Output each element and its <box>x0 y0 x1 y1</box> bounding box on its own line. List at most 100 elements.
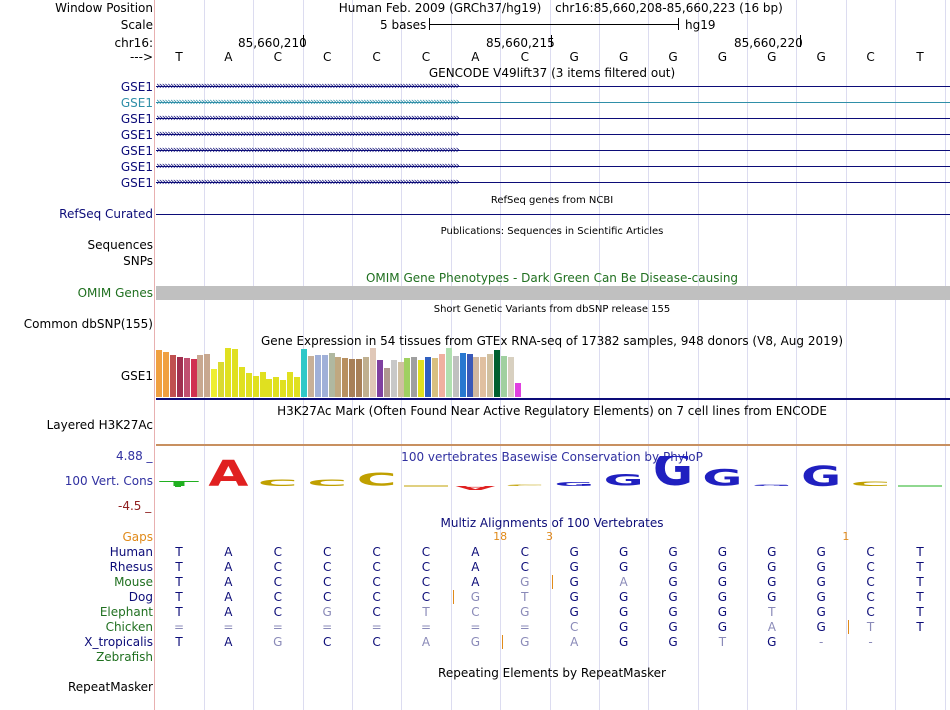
insertion-mark <box>552 575 553 589</box>
gtex-tissue-bar[interactable] <box>211 369 218 397</box>
sequences-label[interactable]: Sequences <box>88 238 153 252</box>
gtex-tissue-bar[interactable] <box>197 355 204 397</box>
phylop-logo[interactable]: TACCCACGGGGGGC <box>0 456 950 512</box>
gtex-tissue-bar[interactable] <box>176 357 183 397</box>
species-label[interactable]: Human <box>110 545 153 559</box>
gtex-tissue-bar[interactable] <box>349 359 356 397</box>
gtex-tissue-bar[interactable] <box>425 357 432 397</box>
gap-count[interactable]: 18 <box>493 530 507 544</box>
gtex-tissue-bar[interactable] <box>342 358 349 397</box>
gtex-tissue-bar[interactable] <box>397 362 404 397</box>
strand-arrows: ››››››››››››››››››››››››››››››››››››››››… <box>156 127 460 140</box>
gtex-tissue-bar[interactable] <box>287 372 294 397</box>
gtex-tissue-bar[interactable] <box>218 362 225 397</box>
gtex-tissue-bar[interactable] <box>252 376 259 397</box>
dbsnp-label[interactable]: Common dbSNP(155) <box>24 317 153 331</box>
species-label[interactable]: Elephant <box>100 605 153 619</box>
gtex-tissue-bar[interactable] <box>280 380 287 397</box>
aligned-base: A <box>471 560 480 574</box>
gencode-transcript-label[interactable]: GSE1 <box>121 80 153 94</box>
omim-label[interactable]: OMIM Genes <box>78 286 153 300</box>
base-letter: C <box>866 50 875 64</box>
aligned-base: = <box>272 620 283 634</box>
gtex-tissue-bar[interactable] <box>438 354 445 397</box>
gtex-title: Gene Expression in 54 tissues from GTEx … <box>260 334 844 348</box>
aligned-base: T <box>916 545 924 559</box>
gtex-tissue-bar[interactable] <box>300 349 307 397</box>
gtex-tissue-bar[interactable] <box>356 359 363 397</box>
gtex-tissue-bar[interactable] <box>328 353 335 397</box>
species-label[interactable]: Dog <box>129 590 153 604</box>
gencode-transcript-label[interactable]: GSE1 <box>121 160 153 174</box>
gtex-tissue-bar[interactable] <box>238 367 245 397</box>
gtex-tissue-bar[interactable] <box>507 357 514 397</box>
gtex-tissue-bar[interactable] <box>183 358 190 397</box>
gtex-tissue-bar[interactable] <box>162 352 169 397</box>
aligned-base: G <box>816 620 826 634</box>
repeatmasker-label[interactable]: RepeatMasker <box>68 680 153 694</box>
gtex-tissue-bar[interactable] <box>307 356 314 397</box>
gaps-label[interactable]: Gaps <box>122 530 153 544</box>
gtex-tissue-bar[interactable] <box>190 359 197 397</box>
gap-count[interactable]: 1 <box>842 530 849 544</box>
gtex-tissue-bar[interactable] <box>245 373 252 397</box>
gtex-tissue-bar[interactable] <box>314 355 321 397</box>
gtex-tissue-bar[interactable] <box>335 357 342 397</box>
gtex-tissue-bar[interactable] <box>156 350 162 397</box>
omim-gene-bar[interactable] <box>156 286 950 300</box>
gtex-tissue-bar[interactable] <box>466 354 473 397</box>
gtex-tissue-bar[interactable] <box>266 379 273 397</box>
aligned-base: G <box>816 545 826 559</box>
gtex-tissue-bar[interactable] <box>376 360 383 397</box>
gtex-tissue-bar[interactable] <box>390 360 397 397</box>
gap-count[interactable]: 3 <box>546 530 553 544</box>
phylop-letter: G <box>554 481 594 487</box>
gtex-tissue-bar[interactable] <box>411 357 418 397</box>
gtex-tissue-bar[interactable] <box>452 356 459 397</box>
species-label[interactable]: X_tropicalis <box>84 635 153 649</box>
gtex-tissue-bar[interactable] <box>204 354 211 397</box>
gtex-tissue-bar[interactable] <box>501 356 507 397</box>
gtex-tissue-bar[interactable] <box>487 354 494 397</box>
refseq-label[interactable]: RefSeq Curated <box>59 207 153 221</box>
species-label[interactable]: Rhesus <box>110 560 153 574</box>
gtex-tissue-bar[interactable] <box>514 383 521 397</box>
window-position-label: Window Position <box>55 1 153 15</box>
gencode-transcript-label[interactable]: GSE1 <box>121 128 153 142</box>
refseq-gene-line[interactable] <box>156 214 950 215</box>
species-label[interactable]: Mouse <box>114 575 153 589</box>
genome-browser-image[interactable]: Window Position Human Feb. 2009 (GRCh37/… <box>0 0 950 710</box>
species-label[interactable]: Zebrafish <box>96 650 153 664</box>
aligned-base: G <box>618 545 629 559</box>
gtex-tissue-bar[interactable] <box>259 372 266 397</box>
gencode-transcript-label[interactable]: GSE1 <box>121 112 153 126</box>
gtex-tissue-bar[interactable] <box>321 355 328 397</box>
gtex-tissue-bar[interactable] <box>404 358 411 397</box>
gencode-transcript-label[interactable]: GSE1 <box>121 176 153 190</box>
gtex-tissue-bar[interactable] <box>273 377 280 397</box>
gtex-tissue-bar[interactable] <box>294 377 300 397</box>
gtex-tissue-bar[interactable] <box>494 350 501 397</box>
phylop-letter: C <box>307 478 347 488</box>
assembly-text: Human Feb. 2009 (GRCh37/hg19) <box>338 1 542 15</box>
gtex-tissue-bar[interactable] <box>225 348 231 397</box>
gtex-tissue-bar[interactable] <box>480 357 487 397</box>
gencode-transcript-label[interactable]: GSE1 <box>121 144 153 158</box>
gtex-tissue-bar[interactable] <box>459 353 466 397</box>
gtex-tissue-bar[interactable] <box>369 348 376 397</box>
species-label[interactable]: Chicken <box>106 620 153 634</box>
gtex-tissue-bar[interactable] <box>383 368 390 397</box>
h3k27ac-label[interactable]: Layered H3K27Ac <box>47 418 153 432</box>
gtex-label[interactable]: GSE1 <box>121 369 153 383</box>
snps-label[interactable]: SNPs <box>123 254 153 268</box>
gtex-tissue-bar[interactable] <box>231 349 238 397</box>
gencode-transcript-label[interactable]: GSE1 <box>121 96 153 110</box>
phylop-letter: C <box>505 484 545 486</box>
gtex-tissue-bar[interactable] <box>473 357 480 397</box>
gtex-tissue-bar[interactable] <box>363 357 369 397</box>
gtex-tissue-bar[interactable] <box>445 348 452 397</box>
gtex-tissue-bar[interactable] <box>432 358 438 397</box>
gtex-expression-chart[interactable] <box>156 348 556 397</box>
gtex-tissue-bar[interactable] <box>169 355 176 397</box>
gtex-tissue-bar[interactable] <box>418 360 425 397</box>
